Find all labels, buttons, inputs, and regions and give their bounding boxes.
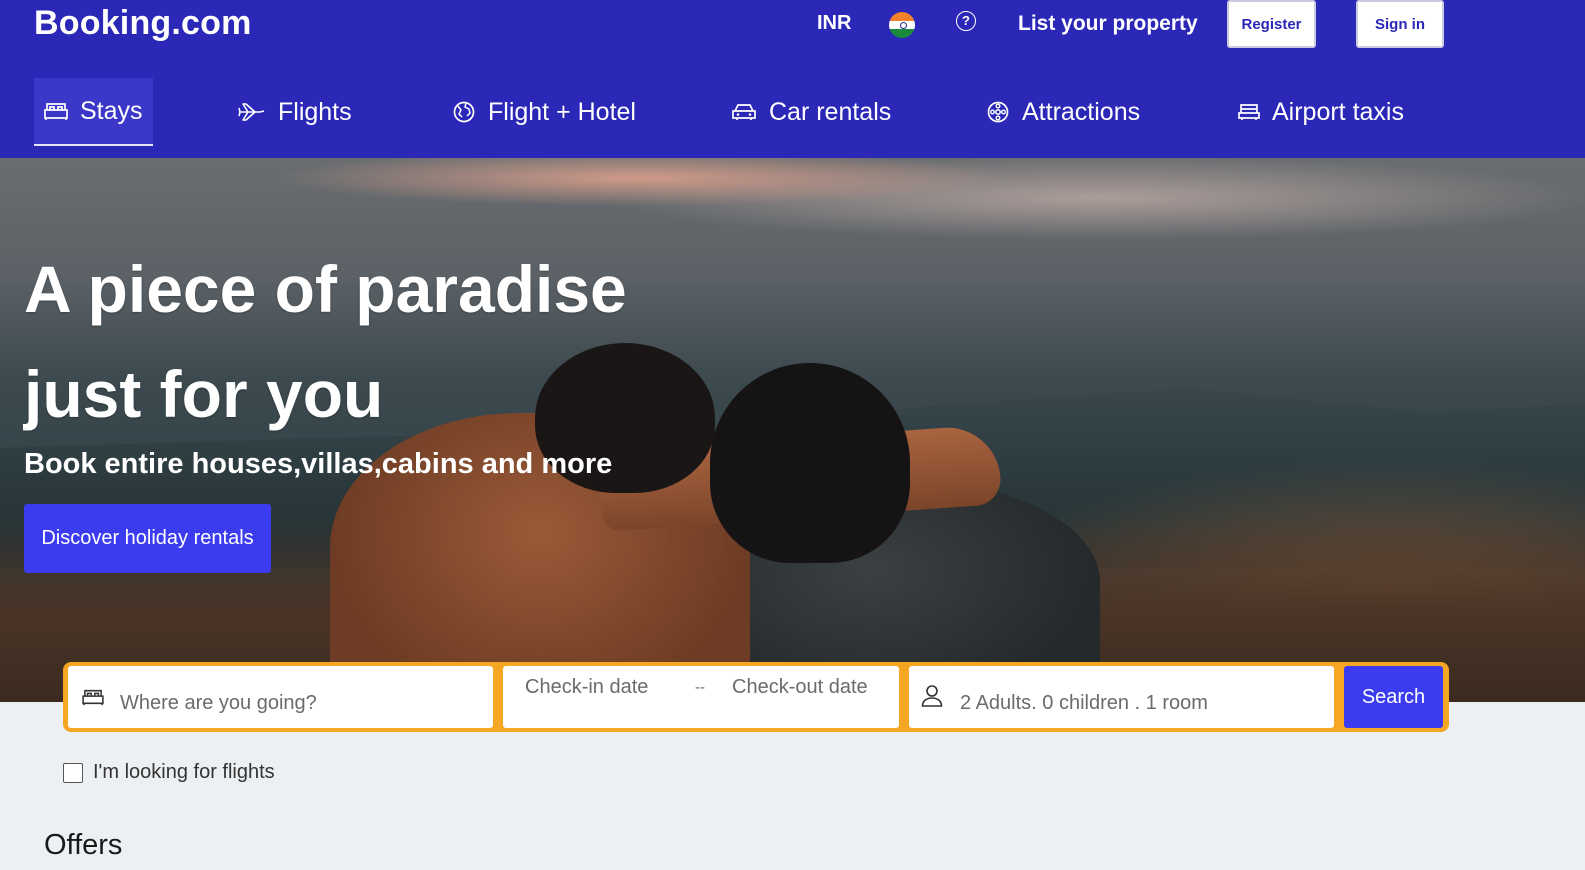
hero-banner: A piece of paradise just for you Book en…: [0, 158, 1585, 702]
help-icon[interactable]: ?: [956, 11, 976, 31]
nav-flight-hotel[interactable]: Flight + Hotel: [452, 78, 636, 146]
taxi-icon: [1238, 104, 1260, 120]
checkin-date[interactable]: Check-in date: [525, 676, 648, 699]
nav-label: Stays: [80, 96, 143, 125]
checkout-date[interactable]: Check-out date: [732, 676, 868, 699]
person-icon: [921, 685, 943, 707]
plane-icon: [238, 103, 265, 121]
nav-label: Flight + Hotel: [488, 97, 636, 126]
nav-flights[interactable]: Flights: [238, 78, 352, 146]
date-field[interactable]: Check-in date -- Check-out date: [503, 666, 899, 728]
hero-head-right: [710, 363, 910, 563]
bed-icon: [44, 103, 68, 120]
nav-label: Car rentals: [769, 97, 892, 126]
nav-airport-taxis[interactable]: Airport taxis: [1238, 78, 1404, 146]
header: Booking.com INR ? List your property Reg…: [0, 0, 1585, 158]
register-button[interactable]: Register: [1227, 0, 1316, 48]
hero-title-line1: A piece of paradise: [24, 252, 627, 326]
date-separator: --: [695, 679, 705, 696]
bed-icon: [82, 689, 104, 706]
flights-checkbox[interactable]: [63, 762, 83, 783]
flights-checkbox-row[interactable]: I'm looking for flights: [63, 761, 275, 784]
hero-title-line2: just for you: [24, 357, 384, 431]
nav-stays[interactable]: Stays: [34, 78, 153, 146]
attraction-icon: [987, 101, 1009, 123]
nav-label: Airport taxis: [1272, 97, 1404, 126]
nav-attractions[interactable]: Attractions: [986, 78, 1140, 146]
destination-field[interactable]: Where are you going?: [68, 666, 493, 728]
offers-heading: Offers: [44, 829, 123, 861]
car-icon: [732, 104, 756, 120]
logo[interactable]: Booking.com: [34, 4, 252, 43]
currency-selector[interactable]: INR: [817, 12, 851, 35]
nav-label: Flights: [278, 97, 352, 126]
sign-in-button[interactable]: Sign in: [1356, 0, 1444, 48]
discover-holiday-rentals-button[interactable]: Discover holiday rentals: [24, 504, 271, 573]
destination-placeholder: Where are you going?: [120, 692, 317, 714]
flights-checkbox-label: I'm looking for flights: [93, 761, 275, 783]
search-button[interactable]: Search: [1344, 666, 1443, 728]
search-bar: Where are you going? Check-in date -- Ch…: [63, 662, 1449, 732]
nav-label: Attractions: [1022, 97, 1141, 126]
guests-field[interactable]: 2 Adults. 0 children . 1 room: [909, 666, 1334, 728]
globe-icon: [453, 101, 475, 123]
guests-summary: 2 Adults. 0 children . 1 room: [960, 692, 1208, 714]
nav-car-rentals[interactable]: Car rentals: [731, 78, 891, 146]
hero-subtitle: Book entire houses,villas,cabins and mor…: [24, 448, 613, 480]
india-flag-icon[interactable]: [889, 12, 915, 38]
list-property-link[interactable]: List your property: [1018, 12, 1198, 36]
